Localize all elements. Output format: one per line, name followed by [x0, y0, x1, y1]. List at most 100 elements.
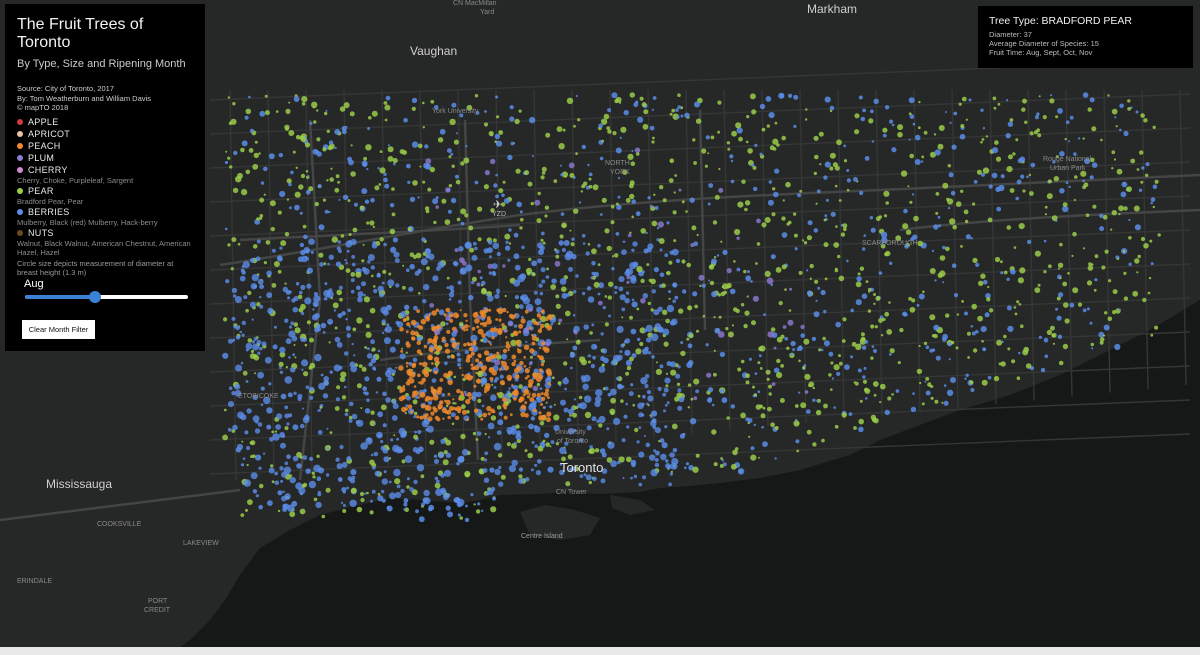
tree-point[interactable]: [417, 373, 421, 378]
tree-point[interactable]: [737, 468, 745, 475]
tree-point[interactable]: [842, 223, 848, 229]
tree-point[interactable]: [597, 243, 601, 248]
tree-point[interactable]: [1107, 316, 1113, 322]
tree-point[interactable]: [261, 341, 267, 347]
tree-point[interactable]: [786, 222, 790, 226]
tree-point[interactable]: [768, 180, 772, 184]
tree-point[interactable]: [420, 258, 428, 266]
tree-point[interactable]: [625, 268, 630, 273]
tree-point[interactable]: [800, 324, 805, 330]
tree-point[interactable]: [666, 270, 671, 276]
tree-point[interactable]: [814, 279, 819, 284]
tree-point[interactable]: [1034, 250, 1041, 257]
tree-point[interactable]: [1114, 343, 1121, 351]
tree-point[interactable]: [805, 118, 808, 121]
tree-point[interactable]: [868, 118, 874, 124]
tree-point[interactable]: [983, 279, 988, 285]
tree-point[interactable]: [943, 400, 949, 406]
tree-point[interactable]: [412, 447, 419, 453]
tree-point[interactable]: [743, 323, 748, 329]
tree-point[interactable]: [985, 135, 989, 138]
tree-point[interactable]: [902, 223, 909, 230]
tree-point[interactable]: [231, 237, 237, 243]
tree-point[interactable]: [631, 462, 636, 468]
tree-point[interactable]: [685, 210, 688, 213]
tree-point[interactable]: [363, 296, 370, 303]
tree-point[interactable]: [279, 246, 283, 250]
tree-point[interactable]: [266, 270, 272, 277]
tree-point[interactable]: [324, 111, 328, 116]
tree-point[interactable]: [721, 285, 725, 289]
tree-point[interactable]: [1157, 233, 1161, 237]
tree-point[interactable]: [513, 232, 519, 238]
tree-point[interactable]: [520, 294, 529, 302]
tree-point[interactable]: [387, 144, 390, 147]
tree-point[interactable]: [1086, 307, 1090, 311]
tree-point[interactable]: [582, 383, 589, 391]
tree-point[interactable]: [233, 150, 238, 156]
tree-point[interactable]: [264, 356, 272, 364]
tree-point[interactable]: [668, 482, 672, 487]
tree-point[interactable]: [531, 155, 534, 158]
tree-point[interactable]: [765, 369, 771, 375]
tree-point[interactable]: [730, 463, 737, 470]
tree-point[interactable]: [376, 273, 381, 278]
tree-point[interactable]: [708, 183, 714, 188]
tree-point[interactable]: [506, 442, 511, 447]
tree-point[interactable]: [498, 481, 504, 487]
tree-point[interactable]: [448, 155, 452, 159]
tree-point[interactable]: [265, 240, 271, 245]
tree-point[interactable]: [403, 318, 407, 322]
tree-point[interactable]: [243, 295, 248, 300]
tree-point[interactable]: [342, 509, 347, 513]
tree-point[interactable]: [412, 180, 418, 186]
tree-point[interactable]: [511, 384, 514, 387]
tree-point[interactable]: [527, 181, 533, 187]
tree-point[interactable]: [411, 141, 419, 148]
tree-point[interactable]: [484, 308, 489, 313]
tree-point[interactable]: [443, 372, 448, 378]
tree-point[interactable]: [685, 462, 690, 466]
tree-point[interactable]: [377, 411, 383, 418]
tree-point[interactable]: [632, 241, 638, 247]
tree-point[interactable]: [659, 185, 664, 190]
tree-point[interactable]: [966, 331, 971, 336]
tree-point[interactable]: [672, 299, 676, 304]
tree-point[interactable]: [834, 184, 838, 188]
tree-point[interactable]: [997, 102, 1001, 106]
tree-point[interactable]: [372, 355, 377, 359]
tree-point[interactable]: [980, 326, 987, 333]
tree-point[interactable]: [365, 324, 370, 329]
tree-point[interactable]: [507, 348, 510, 352]
tree-point[interactable]: [308, 186, 314, 192]
tree-point[interactable]: [1030, 162, 1036, 168]
tree-point[interactable]: [372, 465, 376, 470]
tree-point[interactable]: [822, 336, 826, 341]
tree-point[interactable]: [878, 271, 883, 275]
tree-point[interactable]: [531, 341, 536, 346]
tree-point[interactable]: [540, 392, 544, 396]
tree-point[interactable]: [841, 412, 847, 418]
tree-point[interactable]: [312, 300, 319, 307]
tree-point[interactable]: [254, 140, 258, 144]
tree-point[interactable]: [470, 363, 474, 367]
tree-point[interactable]: [529, 402, 537, 410]
tree-point[interactable]: [474, 180, 479, 185]
tree-point[interactable]: [348, 418, 353, 423]
tree-point[interactable]: [377, 495, 384, 502]
tree-point[interactable]: [865, 397, 868, 400]
tree-point[interactable]: [1103, 324, 1110, 331]
tree-point[interactable]: [389, 346, 396, 353]
tree-point[interactable]: [669, 250, 674, 255]
tree-point[interactable]: [483, 477, 490, 483]
tree-point[interactable]: [345, 261, 348, 265]
tree-point[interactable]: [591, 323, 595, 327]
tree-point[interactable]: [566, 97, 574, 105]
tree-point[interactable]: [618, 286, 624, 292]
tree-point[interactable]: [774, 426, 779, 430]
tree-point[interactable]: [717, 130, 720, 134]
tree-point[interactable]: [507, 377, 512, 382]
tree-point[interactable]: [272, 344, 278, 350]
tree-point[interactable]: [1057, 334, 1063, 339]
tree-point[interactable]: [452, 398, 455, 401]
